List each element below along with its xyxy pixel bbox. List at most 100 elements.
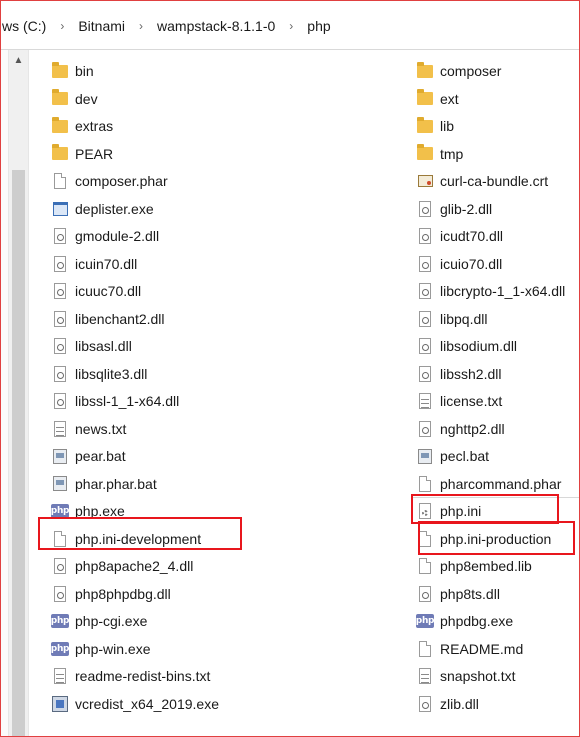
breadcrumb-wampstack[interactable]: wampstack-8.1.1-0 bbox=[155, 18, 277, 34]
breadcrumb-drive[interactable]: ws (C:) bbox=[0, 18, 48, 34]
dll-icon bbox=[416, 309, 434, 329]
file-name: lib bbox=[440, 118, 455, 134]
breadcrumb-php[interactable]: php bbox=[305, 18, 332, 34]
dll-icon bbox=[416, 364, 434, 384]
file-item[interactable]: zlib.dll bbox=[416, 692, 479, 716]
file-item[interactable]: PEAR bbox=[51, 142, 113, 166]
file-name: libssh2.dll bbox=[440, 365, 502, 382]
breadcrumb-bitnami[interactable]: Bitnami bbox=[76, 18, 127, 34]
dll-icon bbox=[51, 309, 69, 329]
file-item[interactable]: license.txt bbox=[416, 389, 502, 413]
dll-icon bbox=[416, 199, 434, 219]
file-item[interactable]: php.ini-production bbox=[416, 527, 551, 551]
file-item[interactable]: curl-ca-bundle.crt bbox=[416, 169, 548, 193]
txt-icon bbox=[51, 666, 69, 686]
file-name: libsodium.dll bbox=[440, 338, 518, 354]
file-icon bbox=[416, 474, 434, 494]
file-item[interactable]: readme-redist-bins.txt bbox=[51, 664, 210, 688]
file-item[interactable]: icuuc70.dll bbox=[51, 279, 141, 303]
file-item[interactable]: composer.phar bbox=[51, 169, 168, 193]
file-item[interactable]: php8apache2_4.dll bbox=[51, 554, 193, 578]
file-item[interactable]: php.ini bbox=[416, 499, 481, 523]
file-name: php.ini-production bbox=[440, 530, 552, 547]
file-item[interactable]: libpq.dll bbox=[416, 307, 487, 331]
file-name: phar.phar.bat bbox=[75, 475, 157, 492]
file-name: libenchant2.dll bbox=[75, 310, 165, 327]
file-name: readme-redist-bins.txt bbox=[75, 668, 211, 684]
file-item[interactable]: libcrypto-1_1-x64.dll bbox=[416, 279, 565, 303]
file-item[interactable]: pecl.bat bbox=[416, 444, 489, 468]
file-name: curl-ca-bundle.crt bbox=[440, 173, 549, 189]
folder-icon bbox=[51, 61, 69, 81]
file-name: snapshot.txt bbox=[440, 668, 516, 684]
chevron-right-icon[interactable]: › bbox=[48, 19, 76, 33]
file-item[interactable]: php8embed.lib bbox=[416, 554, 532, 578]
dll-icon bbox=[51, 584, 69, 604]
file-name: zlib.dll bbox=[440, 695, 479, 712]
file-item[interactable]: php8phpdbg.dll bbox=[51, 582, 171, 606]
folder-icon bbox=[416, 89, 434, 109]
php-icon: php bbox=[50, 641, 70, 656]
vertical-scrollbar[interactable]: ▲ bbox=[8, 50, 29, 737]
file-name: composer.phar bbox=[75, 173, 168, 189]
file-item[interactable]: ext bbox=[416, 87, 459, 111]
file-item[interactable]: libsodium.dll bbox=[416, 334, 517, 358]
folder-icon bbox=[51, 144, 69, 164]
file-item[interactable]: deplister.exe bbox=[51, 197, 154, 221]
bat-icon bbox=[51, 446, 69, 466]
file-name: php8apache2_4.dll bbox=[75, 558, 194, 574]
scroll-up-arrow-icon[interactable]: ▲ bbox=[9, 50, 28, 70]
file-item[interactable]: bin bbox=[51, 59, 94, 83]
file-item[interactable]: php php-cgi.exe bbox=[51, 609, 148, 633]
dll-icon bbox=[51, 364, 69, 384]
file-icon bbox=[416, 556, 434, 576]
file-item[interactable]: pharcommand.phar bbox=[416, 472, 561, 496]
file-item[interactable]: icudt70.dll bbox=[416, 224, 503, 248]
chevron-right-icon[interactable]: › bbox=[277, 19, 305, 33]
file-item[interactable]: dev bbox=[51, 87, 98, 111]
folder-icon bbox=[416, 144, 434, 164]
file-item[interactable]: pear.bat bbox=[51, 444, 126, 468]
file-item[interactable]: lib bbox=[416, 114, 454, 138]
php-icon: php bbox=[50, 504, 70, 518]
file-item[interactable]: php.ini-development bbox=[51, 527, 201, 551]
file-name: phpdbg.exe bbox=[440, 613, 514, 629]
file-item[interactable]: vcredist_x64_2019.exe bbox=[51, 692, 219, 716]
settings-file-icon bbox=[416, 501, 434, 521]
dll-icon bbox=[416, 281, 434, 301]
dll-icon bbox=[51, 336, 69, 356]
file-item[interactable]: libsasl.dll bbox=[51, 334, 132, 358]
file-item[interactable]: php php.exe bbox=[51, 499, 125, 523]
file-item[interactable]: icuin70.dll bbox=[51, 252, 137, 276]
scrollbar-thumb[interactable] bbox=[12, 170, 25, 737]
file-item[interactable]: php phpdbg.exe bbox=[416, 609, 513, 633]
file-item[interactable]: icuio70.dll bbox=[416, 252, 502, 276]
file-item[interactable]: gmodule-2.dll bbox=[51, 224, 159, 248]
file-item[interactable]: snapshot.txt bbox=[416, 664, 516, 688]
file-name: license.txt bbox=[440, 393, 503, 409]
file-item[interactable]: glib-2.dll bbox=[416, 197, 492, 221]
file-item[interactable]: libsqlite3.dll bbox=[51, 362, 147, 386]
file-icon bbox=[416, 639, 434, 659]
file-item[interactable]: php8ts.dll bbox=[416, 582, 500, 606]
folder-icon bbox=[51, 89, 69, 109]
file-item[interactable]: README.md bbox=[416, 637, 523, 661]
file-item[interactable]: libssl-1_1-x64.dll bbox=[51, 389, 179, 413]
chevron-right-icon[interactable]: › bbox=[127, 19, 155, 33]
bat-icon bbox=[416, 446, 434, 466]
file-name: vcredist_x64_2019.exe bbox=[75, 695, 219, 712]
file-item[interactable]: libssh2.dll bbox=[416, 362, 501, 386]
file-item[interactable]: nghttp2.dll bbox=[416, 417, 505, 441]
file-item[interactable]: tmp bbox=[416, 142, 463, 166]
file-item[interactable]: extras bbox=[51, 114, 113, 138]
file-item[interactable]: php php-win.exe bbox=[51, 637, 151, 661]
file-item[interactable]: libenchant2.dll bbox=[51, 307, 165, 331]
file-item[interactable]: news.txt bbox=[51, 417, 126, 441]
txt-icon bbox=[51, 419, 69, 439]
file-name: tmp bbox=[440, 145, 464, 162]
address-bar[interactable]: ws (C:) › Bitnami › wampstack-8.1.1-0 › … bbox=[0, 0, 580, 50]
breadcrumb: ws (C:) › Bitnami › wampstack-8.1.1-0 › … bbox=[0, 16, 333, 36]
file-item[interactable]: composer bbox=[416, 59, 501, 83]
file-name: libcrypto-1_1-x64.dll bbox=[440, 283, 566, 299]
file-item[interactable]: phar.phar.bat bbox=[51, 472, 157, 496]
